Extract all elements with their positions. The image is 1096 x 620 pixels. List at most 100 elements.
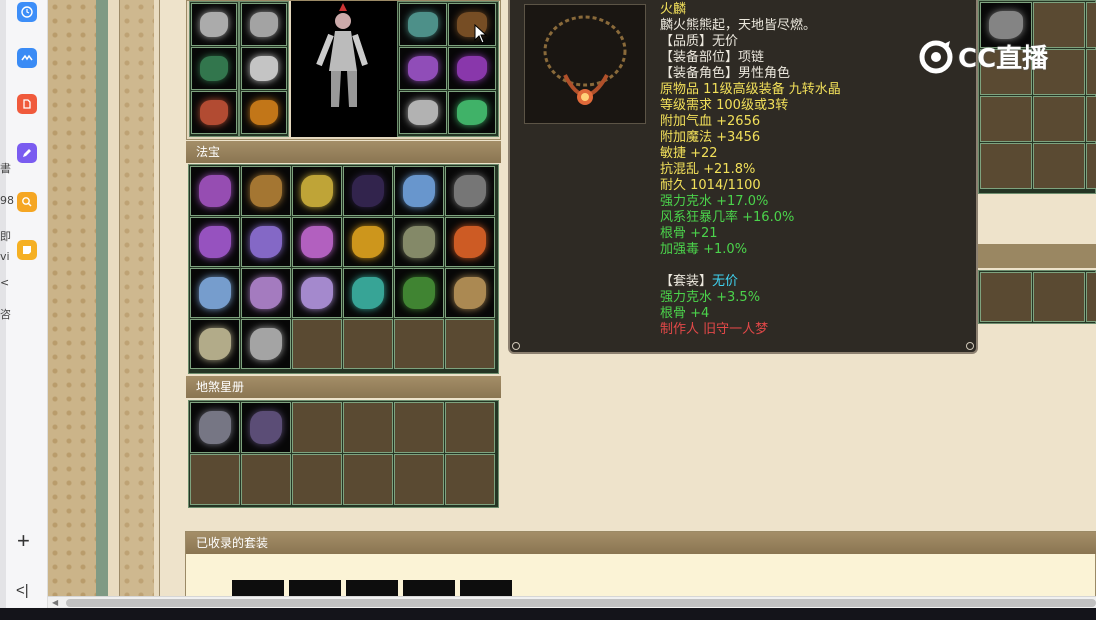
fabao-slot-empty[interactable] <box>292 319 342 369</box>
clock-icon[interactable] <box>17 2 37 22</box>
equipment-slots-right <box>397 1 499 137</box>
decor-green-band <box>96 0 108 596</box>
inventory-slot-empty[interactable] <box>980 143 1032 189</box>
fabao-slot-empty[interactable] <box>445 319 495 369</box>
fabao-slot[interactable] <box>190 268 240 318</box>
disha-slot-empty[interactable] <box>343 402 393 453</box>
disha-slot-empty[interactable] <box>394 454 444 505</box>
cc-live-watermark: CC直播 <box>918 38 1048 75</box>
fabao-slot[interactable] <box>241 166 291 216</box>
horizontal-scrollbar[interactable]: ◀ <box>48 596 1096 608</box>
inventory-slot-empty[interactable] <box>1033 143 1085 189</box>
equipment-slot[interactable] <box>241 91 287 134</box>
add-app-button[interactable]: + <box>17 530 30 552</box>
fabao-slot[interactable] <box>445 217 495 267</box>
equipment-slots-left <box>189 1 239 137</box>
equipment-slot[interactable] <box>399 47 447 90</box>
equipment-slot[interactable] <box>241 47 287 90</box>
disha-card-slot[interactable] <box>241 402 291 453</box>
inventory-slot-empty[interactable] <box>1086 49 1096 95</box>
tooltip-spacer <box>660 258 841 274</box>
set-bonus-line: 强力克水 +3.5% <box>660 290 761 305</box>
fabao-slot[interactable] <box>241 319 291 369</box>
search-icon[interactable] <box>17 192 37 212</box>
fabao-slot-empty[interactable] <box>343 319 393 369</box>
fabao-slot[interactable] <box>292 268 342 318</box>
disha-slot-empty[interactable] <box>292 402 342 453</box>
disha-slot-empty[interactable] <box>190 454 240 505</box>
collapse-sidebar-button[interactable]: <| <box>16 582 29 599</box>
pencil-icon[interactable] <box>17 143 37 163</box>
inventory-slot-empty[interactable] <box>1086 96 1096 142</box>
suits-section-title: 已收录的套装 <box>186 532 1096 554</box>
right-inventory-grid-2 <box>978 270 1096 324</box>
item-bonus-line: 风系狂暴几率 +16.0% <box>660 210 795 225</box>
inventory-slot-empty[interactable] <box>1033 96 1085 142</box>
fabao-slot[interactable] <box>445 268 495 318</box>
document-icon[interactable] <box>17 94 37 114</box>
disha-slot-empty[interactable] <box>445 402 495 453</box>
equipment-slot[interactable] <box>241 3 287 46</box>
disha-section-title: 地煞星册 <box>186 376 501 398</box>
fabao-slot-empty[interactable] <box>394 319 444 369</box>
inventory-slot-empty[interactable] <box>1033 272 1085 322</box>
peek-text-2: 98 <box>0 194 14 207</box>
fabao-slot[interactable] <box>343 217 393 267</box>
set-label: 【套装】 <box>660 274 713 289</box>
fabao-slot[interactable] <box>343 166 393 216</box>
inventory-slot-empty[interactable] <box>980 96 1032 142</box>
necklace-icon <box>543 15 627 105</box>
item-quality: 【品质】无价 <box>660 34 841 50</box>
equipment-slot[interactable] <box>448 91 496 134</box>
desktop-background <box>0 608 1096 620</box>
disha-slot-empty[interactable] <box>343 454 393 505</box>
character-portrait <box>291 1 397 137</box>
inventory-slot-empty[interactable] <box>1086 272 1096 322</box>
equipment-slot[interactable] <box>448 3 496 46</box>
inventory-slot-empty[interactable] <box>980 272 1032 322</box>
app-dock: 書 98 即 vi < 咨 + <| <box>0 0 48 620</box>
fabao-slot[interactable] <box>445 166 495 216</box>
quality-label: 【品质】 <box>660 34 713 49</box>
scrollbar-thumb[interactable] <box>66 599 1096 607</box>
equipment-slots-left-2 <box>239 1 289 137</box>
item-role: 【装备角色】男性角色 <box>660 66 791 81</box>
equipment-slot[interactable] <box>191 3 237 46</box>
item-flavor-text: 麟火熊熊起，天地皆尽燃。 <box>660 18 817 33</box>
peek-text-6: 咨 <box>0 308 11 321</box>
inventory-slot-empty[interactable] <box>1086 143 1096 189</box>
fabao-slot[interactable] <box>394 268 444 318</box>
fabao-slot[interactable] <box>292 166 342 216</box>
fabao-slot[interactable] <box>190 166 240 216</box>
fabao-slot[interactable] <box>394 217 444 267</box>
fabao-slot[interactable] <box>394 166 444 216</box>
fabao-slot[interactable] <box>190 217 240 267</box>
equipment-slot[interactable] <box>191 91 237 134</box>
fabao-slot[interactable] <box>241 268 291 318</box>
right-inventory-grid <box>978 0 1096 194</box>
note-icon[interactable] <box>17 240 37 260</box>
tooltip-text: 火麟 麟火熊熊起，天地皆尽燃。 【品质】无价 【装备部位】项链 【装备角色】男性… <box>660 2 841 338</box>
disha-slot-empty[interactable] <box>292 454 342 505</box>
disha-slot-empty[interactable] <box>394 402 444 453</box>
decor-inner-edge <box>154 0 160 596</box>
disha-card-slot[interactable] <box>190 402 240 453</box>
disha-slot-empty[interactable] <box>241 454 291 505</box>
fabao-slot[interactable] <box>190 319 240 369</box>
disha-slot-empty[interactable] <box>445 454 495 505</box>
equipment-slot[interactable] <box>448 47 496 90</box>
inventory-slot-empty[interactable] <box>1086 2 1096 48</box>
equipment-slot[interactable] <box>399 91 447 134</box>
fabao-slot[interactable] <box>292 217 342 267</box>
set-value: 无价 <box>712 274 739 289</box>
fabao-slot[interactable] <box>343 268 393 318</box>
decor-pattern-left <box>48 0 96 596</box>
cc-logo-icon <box>919 40 953 73</box>
item-bonus-line: 强力克水 +17.0% <box>660 194 769 209</box>
wave-icon[interactable] <box>17 48 37 68</box>
peek-text-1: 書 <box>0 162 11 175</box>
fabao-slot[interactable] <box>241 217 291 267</box>
fabao-grid <box>188 164 499 374</box>
equipment-slot[interactable] <box>191 47 237 90</box>
equipment-slot[interactable] <box>399 3 447 46</box>
